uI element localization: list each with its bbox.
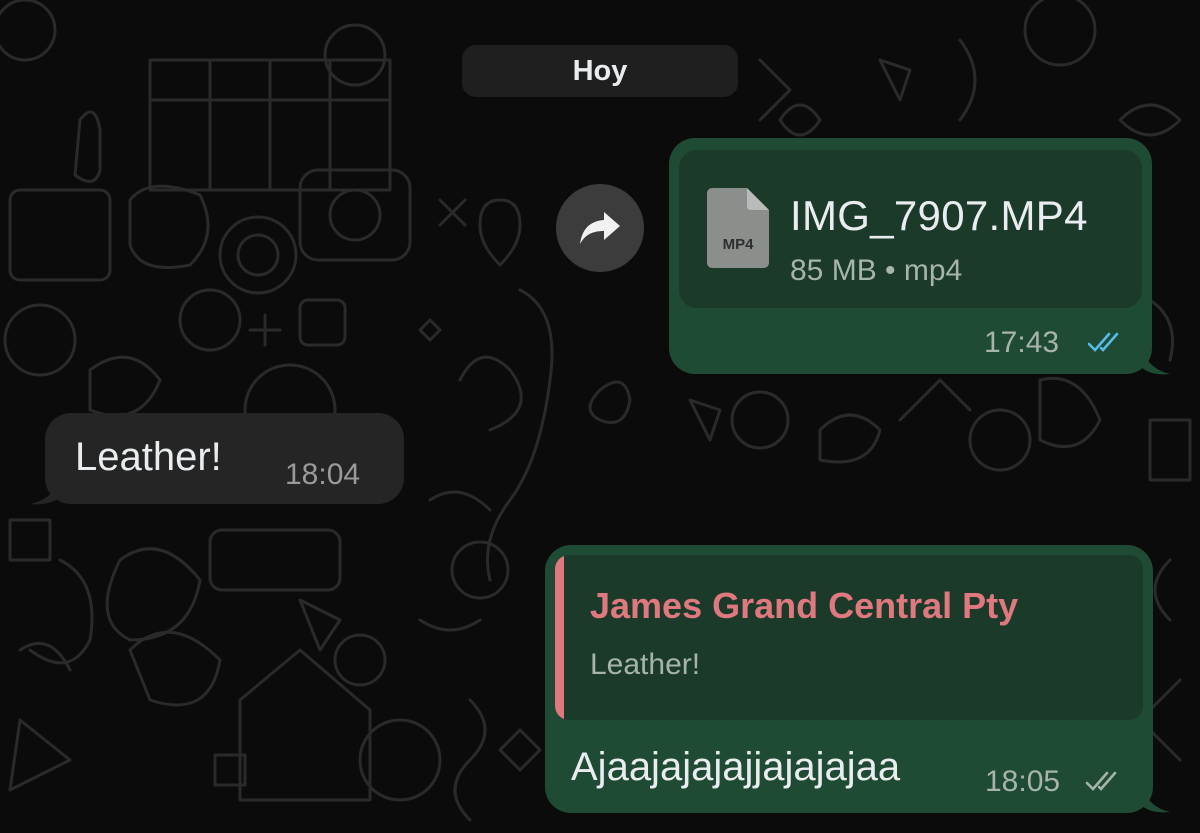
quote-accent-bar [555,555,564,720]
double-check-icon [1087,332,1119,352]
file-type-label: MP4 [723,236,755,253]
outgoing-message-file[interactable]: MP4 IMG_7907.MP4 85 MB • mp4 17:43 [669,138,1152,374]
quote-text: Leather! [590,648,701,681]
quote-author: James Grand Central Pty [590,585,1019,626]
file-meta: 85 MB • mp4 [790,254,963,287]
message-time: 17:43 [984,326,1060,359]
file-attachment[interactable]: MP4 IMG_7907.MP4 85 MB • mp4 [679,150,1142,308]
date-separator: Hoy [462,45,738,97]
file-name: IMG_7907.MP4 [790,192,1088,239]
forward-arrow-icon [580,212,620,244]
document-file-icon: MP4 [707,188,769,268]
message-text: Ajaajajajajjajajajaa [571,745,901,789]
bubble-tail [30,470,62,505]
quoted-message[interactable]: James Grand Central Pty Leather! [555,555,1143,720]
double-check-icon [1085,771,1117,791]
forward-button[interactable] [556,184,644,272]
outgoing-message-reply[interactable]: James Grand Central Pty Leather! Ajaajaj… [545,545,1153,813]
message-time: 18:04 [285,458,361,491]
message-text: Leather! [75,435,222,479]
bubble-tail [1140,778,1170,813]
incoming-message[interactable]: Leather! 18:04 [45,413,404,504]
bubble-tail [1140,340,1170,375]
message-time: 18:05 [985,765,1061,798]
